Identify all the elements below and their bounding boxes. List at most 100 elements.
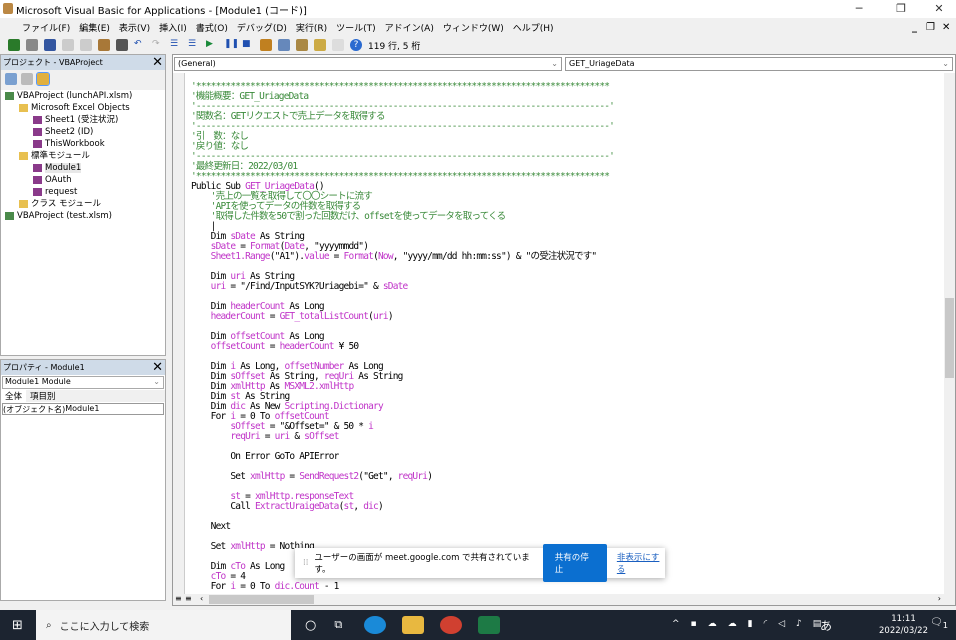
taskbar-search[interactable]: ⌕ ここに入力して検索 [36, 610, 291, 640]
tree-item[interactable]: request [5, 186, 165, 198]
procedure-view-button[interactable]: ≡ [175, 594, 182, 603]
menu-item[interactable]: 挿入(I) [159, 21, 187, 34]
menu-item[interactable]: 書式(O) [196, 21, 228, 34]
chrome-icon[interactable] [440, 616, 463, 634]
mdi-close-button[interactable]: ✕ [942, 22, 950, 33]
toggle-folders-icon[interactable] [36, 72, 50, 86]
toolbox-icon[interactable] [332, 39, 344, 51]
tree-item[interactable]: Module1 [5, 162, 165, 174]
tree-item[interactable]: OAuth [5, 174, 165, 186]
system-tray-icons[interactable]: ^▪☁☁▮◜◁♪▤ [672, 619, 832, 629]
windows-start-icon[interactable]: ⊞ [12, 618, 23, 633]
cortana-icon[interactable]: ○ [305, 618, 316, 633]
menu-item[interactable]: ウィンドウ(W) [443, 21, 504, 34]
full-module-view-button[interactable]: ≡ [185, 594, 192, 603]
scroll-left-icon[interactable]: ‹ [200, 594, 203, 603]
menu-item[interactable]: 編集(E) [79, 21, 110, 34]
object-combo[interactable]: (General) ⌄ [174, 57, 562, 71]
tree-item[interactable]: Microsoft Excel Objects [5, 102, 165, 114]
clock[interactable]: 11:11 2022/03/22 [879, 613, 928, 637]
view-excel-icon[interactable] [8, 39, 20, 51]
drag-handle-icon[interactable]: ⁞⁞ [303, 558, 308, 568]
code-line[interactable]: headerCount = GET_totalListCount(uri) [191, 312, 614, 322]
horizontal-scroll-thumb[interactable] [209, 595, 314, 604]
ime-mode[interactable]: あ [820, 617, 832, 634]
code-line[interactable]: Call ExtractUraigeData(st, dic) [191, 502, 614, 512]
find-icon[interactable] [116, 39, 128, 51]
tree-item[interactable]: Sheet1 (受注状況) [5, 114, 165, 126]
tab-alphabetic[interactable]: 全体 [1, 390, 27, 402]
code-line[interactable]: '取得した件数を50で割った回数だけ、offsetを使ってデータを取ってくる [191, 212, 614, 222]
mdi-minimize-button[interactable]: _ [912, 22, 917, 33]
menu-item[interactable]: ヘルプ(H) [513, 21, 554, 34]
view-object-icon[interactable] [21, 73, 33, 85]
vertical-scrollbar[interactable] [944, 73, 955, 595]
menu-item[interactable]: 実行(R) [296, 21, 327, 34]
vertical-scroll-thumb[interactable] [945, 298, 954, 378]
menu-item[interactable]: ファイル(F) [22, 21, 70, 34]
close-project-explorer-button[interactable]: ✕ [152, 55, 163, 70]
tree-item[interactable]: VBAProject (test.xlsm) [5, 210, 165, 222]
code-line[interactable]: For i = 0 To dic.Count - 1 [191, 582, 614, 592]
excel-icon[interactable] [478, 616, 501, 634]
code-line[interactable]: offsetCount = headerCount ¥ 50 [191, 342, 614, 352]
mdi-restore-button[interactable]: ❐ [926, 22, 935, 33]
horizontal-scrollbar[interactable]: ≡ ≡ ‹ › [173, 594, 955, 605]
indent-icon[interactable]: ☰ [170, 39, 182, 51]
tree-item[interactable]: VBAProject (lunchAPI.xlsm) [5, 90, 165, 102]
task-view-icon[interactable]: ⧉ [334, 618, 342, 632]
object-browser-icon[interactable] [314, 39, 326, 51]
hide-notice-link[interactable]: 非表示にする [617, 551, 665, 575]
code-line[interactable] [191, 512, 614, 522]
close-button[interactable]: ✕ [924, 2, 954, 15]
minimize-button[interactable]: ─ [844, 2, 874, 15]
undo-icon[interactable]: ↶ [134, 39, 146, 51]
properties-icon[interactable] [296, 39, 308, 51]
save-icon[interactable] [44, 39, 56, 51]
code-line[interactable]: uri = "/Find/InputSYK?Uriagebi=" & sDate [191, 282, 614, 292]
code-line[interactable]: Next [191, 522, 614, 532]
property-value[interactable]: Module1 [65, 404, 99, 414]
break-icon[interactable]: ❚❚ [224, 39, 239, 51]
menu-item[interactable]: ツール(T) [336, 21, 376, 34]
property-row[interactable]: (オブジェクト名) Module1 [2, 403, 164, 415]
code-line[interactable]: On Error GoTo APIError [191, 452, 614, 462]
scroll-right-icon[interactable]: › [938, 594, 941, 603]
menu-item[interactable]: デバッグ(D) [237, 21, 287, 34]
tree-item[interactable]: ThisWorkbook [5, 138, 165, 150]
stop-sharing-button[interactable]: 共有の停止 [542, 544, 607, 582]
tree-item[interactable]: Sheet2 (ID) [5, 126, 165, 138]
tree-item-label: 標準モジュール [31, 151, 90, 161]
code-line[interactable]: Sheet1.Range("A1").value = Format(Now, "… [191, 252, 614, 262]
object-select[interactable]: Module1 Module ⌄ [2, 376, 164, 389]
code-editor[interactable]: '***************************************… [191, 82, 615, 592]
close-properties-button[interactable]: ✕ [152, 360, 163, 375]
outdent-icon[interactable]: ☰ [188, 39, 200, 51]
restore-button[interactable]: ❐ [886, 2, 916, 15]
code-line[interactable]: Set xmlHttp = SendRequest2("Get", reqUri… [191, 472, 614, 482]
run-icon[interactable]: ▶ [206, 39, 218, 51]
cut-icon[interactable] [62, 39, 74, 51]
tab-categorized[interactable]: 項目別 [26, 390, 60, 402]
redo-icon[interactable]: ↷ [152, 39, 164, 51]
paste-icon[interactable] [98, 39, 110, 51]
code-line[interactable]: '引 数：なし [191, 132, 614, 142]
notification-center-icon[interactable]: 🗨1 [930, 617, 948, 630]
menu-item[interactable]: 表示(V) [119, 21, 150, 34]
view-code-icon[interactable] [5, 73, 17, 85]
code-line[interactable]: '---------------------------------------… [191, 122, 615, 132]
tree-item[interactable]: 標準モジュール [5, 150, 165, 162]
tree-item[interactable]: クラス モジュール [5, 198, 165, 210]
copy-icon[interactable] [80, 39, 92, 51]
help-icon[interactable]: ? [350, 39, 362, 51]
design-mode-icon[interactable] [260, 39, 272, 51]
menu-item[interactable]: アドイン(A) [385, 21, 434, 34]
reset-icon[interactable]: ■ [242, 39, 254, 51]
code-line[interactable]: reqUri = uri & sOffset [191, 432, 614, 442]
margin-indicator-bar[interactable] [173, 73, 185, 595]
insert-module-icon[interactable] [26, 39, 38, 51]
edge-icon[interactable] [364, 616, 387, 634]
procedure-combo[interactable]: GET_UriageData ⌄ [565, 57, 953, 71]
file-explorer-icon[interactable] [402, 616, 425, 634]
project-explorer-icon[interactable] [278, 39, 290, 51]
